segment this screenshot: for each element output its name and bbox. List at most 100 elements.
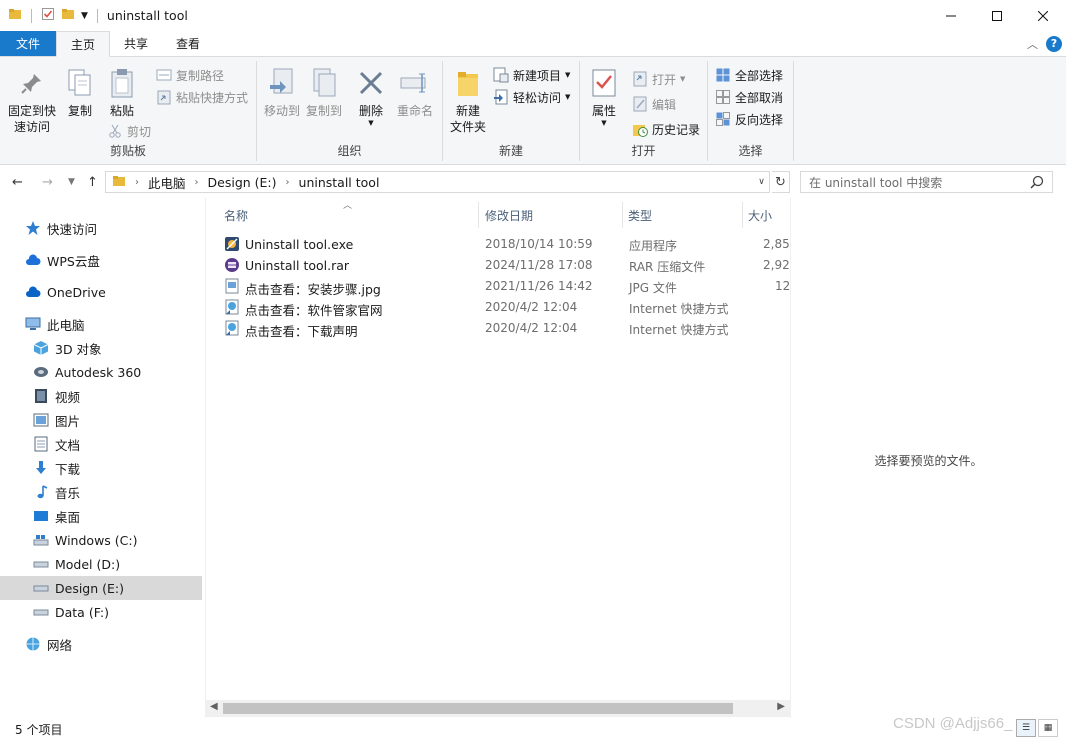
- properties-check-icon[interactable]: [41, 7, 55, 24]
- open-button[interactable]: 打开 ▼: [632, 69, 685, 89]
- nav-item-this-pc[interactable]: 此电脑: [0, 312, 202, 336]
- rename-button[interactable]: 重命名: [395, 65, 435, 119]
- nav-item-drive-f[interactable]: Data (F:): [0, 600, 202, 624]
- invert-selection-icon: [715, 111, 731, 127]
- copy-to-button[interactable]: 复制到: [304, 65, 344, 119]
- file-row[interactable]: Uninstall tool.rar 2024/11/28 17:08 RAR …: [220, 255, 790, 276]
- column-header-size[interactable]: 大小: [748, 204, 772, 226]
- file-row[interactable]: 点击查看：安装步骤.jpg 2021/11/26 14:42 JPG 文件 12: [220, 276, 790, 297]
- large-icons-view-icon[interactable]: ▦: [1038, 719, 1058, 737]
- nav-item-network[interactable]: 网络: [0, 632, 202, 656]
- new-item-button[interactable]: 新建项目 ▼: [493, 65, 570, 85]
- history-icon: [632, 121, 648, 137]
- nav-item-drive-e[interactable]: Design (E:): [0, 576, 202, 600]
- watermark: CSDN @Adjjs66_: [893, 715, 1013, 732]
- autodesk-icon: [32, 363, 50, 381]
- nav-item-pictures[interactable]: 图片: [0, 408, 202, 432]
- nav-item-downloads[interactable]: 下载: [0, 456, 202, 480]
- internet-shortcut-icon: [224, 320, 240, 336]
- easy-access-button[interactable]: 轻松访问 ▼: [493, 87, 570, 107]
- desktop-icon: [32, 507, 50, 525]
- rename-icon: [399, 65, 431, 101]
- copy-button[interactable]: 复制: [62, 65, 98, 119]
- breadcrumb-uninstall-tool[interactable]: uninstall tool: [299, 175, 380, 190]
- tab-view[interactable]: 查看: [162, 31, 214, 56]
- column-header-date[interactable]: 修改日期: [485, 204, 533, 226]
- nav-item-quick-access[interactable]: 快速访问: [0, 216, 202, 240]
- pin-quick-access-button[interactable]: 固定到快 速访问: [6, 65, 58, 135]
- breadcrumb-drive-e[interactable]: Design (E:): [208, 175, 277, 190]
- file-row[interactable]: 点击查看：软件管家官网 2020/4/2 12:04 Internet 快捷方式: [220, 297, 790, 318]
- edit-icon: [632, 96, 648, 112]
- select-none-icon: [715, 89, 731, 105]
- file-row[interactable]: Uninstall tool.exe 2018/10/14 10:59 应用程序…: [220, 234, 790, 255]
- scissors-icon: [107, 123, 123, 139]
- nav-item-drive-c[interactable]: Windows (C:): [0, 528, 202, 552]
- file-size: 12: [775, 279, 791, 293]
- cloud-icon: [24, 251, 42, 269]
- chevron-down-icon[interactable]: ▼: [81, 11, 88, 21]
- group-label-open: 打开: [631, 144, 656, 158]
- new-folder-button[interactable]: 新建 文件夹: [447, 65, 489, 135]
- move-to-button[interactable]: 移动到: [262, 65, 302, 119]
- delete-button[interactable]: 删除 ▼: [353, 65, 389, 127]
- nav-item-desktop[interactable]: 桌面: [0, 504, 202, 528]
- column-header-name[interactable]: 名称: [224, 204, 248, 226]
- edit-button[interactable]: 编辑: [632, 94, 676, 114]
- address-dropdown-button[interactable]: ∨: [753, 171, 770, 193]
- horizontal-scrollbar[interactable]: ◀ ▶: [205, 700, 790, 717]
- preview-message: 选择要预览的文件。: [874, 454, 983, 468]
- nav-item-drive-d[interactable]: Model (D:): [0, 552, 202, 576]
- folder-icon: [452, 65, 484, 101]
- paste-shortcut-button[interactable]: 粘贴快捷方式: [156, 87, 248, 107]
- help-icon[interactable]: ?: [1046, 35, 1062, 52]
- forward-button[interactable]: →: [42, 166, 53, 198]
- recent-locations-button[interactable]: ▼: [68, 166, 75, 198]
- nav-item-wps[interactable]: WPS云盘: [0, 248, 202, 272]
- history-button[interactable]: 历史记录: [632, 119, 700, 139]
- chevron-up-icon[interactable]: ︿: [1027, 36, 1038, 52]
- select-none-button[interactable]: 全部取消: [715, 87, 783, 107]
- title-bar: ▼ uninstall tool: [0, 0, 1066, 31]
- scrollbar-thumb[interactable]: [223, 703, 733, 714]
- jpg-image-icon: [224, 278, 240, 294]
- details-view-icon[interactable]: ☰: [1016, 719, 1036, 737]
- nav-item-music[interactable]: 音乐: [0, 480, 202, 504]
- cut-button[interactable]: 剪切: [107, 121, 151, 141]
- invert-selection-button[interactable]: 反向选择: [715, 109, 783, 129]
- minimize-button[interactable]: [928, 0, 974, 31]
- file-row[interactable]: 点击查看：下载声明 2020/4/2 12:04 Internet 快捷方式: [220, 318, 790, 339]
- group-label-select: 选择: [738, 144, 763, 158]
- back-button[interactable]: ←: [12, 166, 23, 198]
- nav-item-documents[interactable]: 文档: [0, 432, 202, 456]
- properties-button[interactable]: 属性 ▼: [586, 65, 622, 127]
- address-bar[interactable]: › 此电脑 › Design (E:) › uninstall tool: [105, 171, 770, 193]
- scroll-right-icon[interactable]: ▶: [777, 701, 785, 712]
- drive-icon: [32, 555, 50, 573]
- column-header-type[interactable]: 类型: [628, 204, 652, 226]
- nav-item-3d-objects[interactable]: 3D 对象: [0, 336, 202, 360]
- search-input[interactable]: 在 uninstall tool 中搜索: [800, 171, 1053, 193]
- group-clipboard: 固定到快 速访问 复制 粘贴 复制路径 粘贴快捷方式 剪切 剪贴板: [0, 61, 257, 161]
- nav-item-autodesk[interactable]: Autodesk 360: [0, 360, 202, 384]
- new-folder-icon[interactable]: [61, 7, 75, 24]
- maximize-button[interactable]: [974, 0, 1020, 31]
- copy-path-button[interactable]: 复制路径: [156, 65, 224, 85]
- tab-home[interactable]: 主页: [56, 31, 111, 57]
- refresh-icon: ↻: [775, 174, 786, 190]
- nav-item-videos[interactable]: 视频: [0, 384, 202, 408]
- select-all-button[interactable]: 全部选择: [715, 65, 783, 85]
- arrow-left-icon: ←: [12, 174, 23, 190]
- breadcrumb-this-pc[interactable]: 此电脑: [148, 173, 186, 192]
- nav-item-onedrive[interactable]: OneDrive: [0, 280, 202, 304]
- scroll-left-icon[interactable]: ◀: [210, 701, 218, 712]
- close-button[interactable]: [1020, 0, 1066, 31]
- file-type: JPG 文件: [629, 281, 677, 295]
- up-button[interactable]: ↑: [87, 166, 98, 198]
- tab-file[interactable]: 文件: [0, 31, 56, 56]
- paste-button[interactable]: 粘贴: [104, 65, 140, 119]
- tab-share[interactable]: 共享: [110, 31, 162, 56]
- refresh-button[interactable]: ↻: [772, 171, 790, 193]
- copy-icon: [64, 65, 96, 101]
- ribbon-tabs: 文件 主页 共享 查看 ︿ ?: [0, 31, 1066, 57]
